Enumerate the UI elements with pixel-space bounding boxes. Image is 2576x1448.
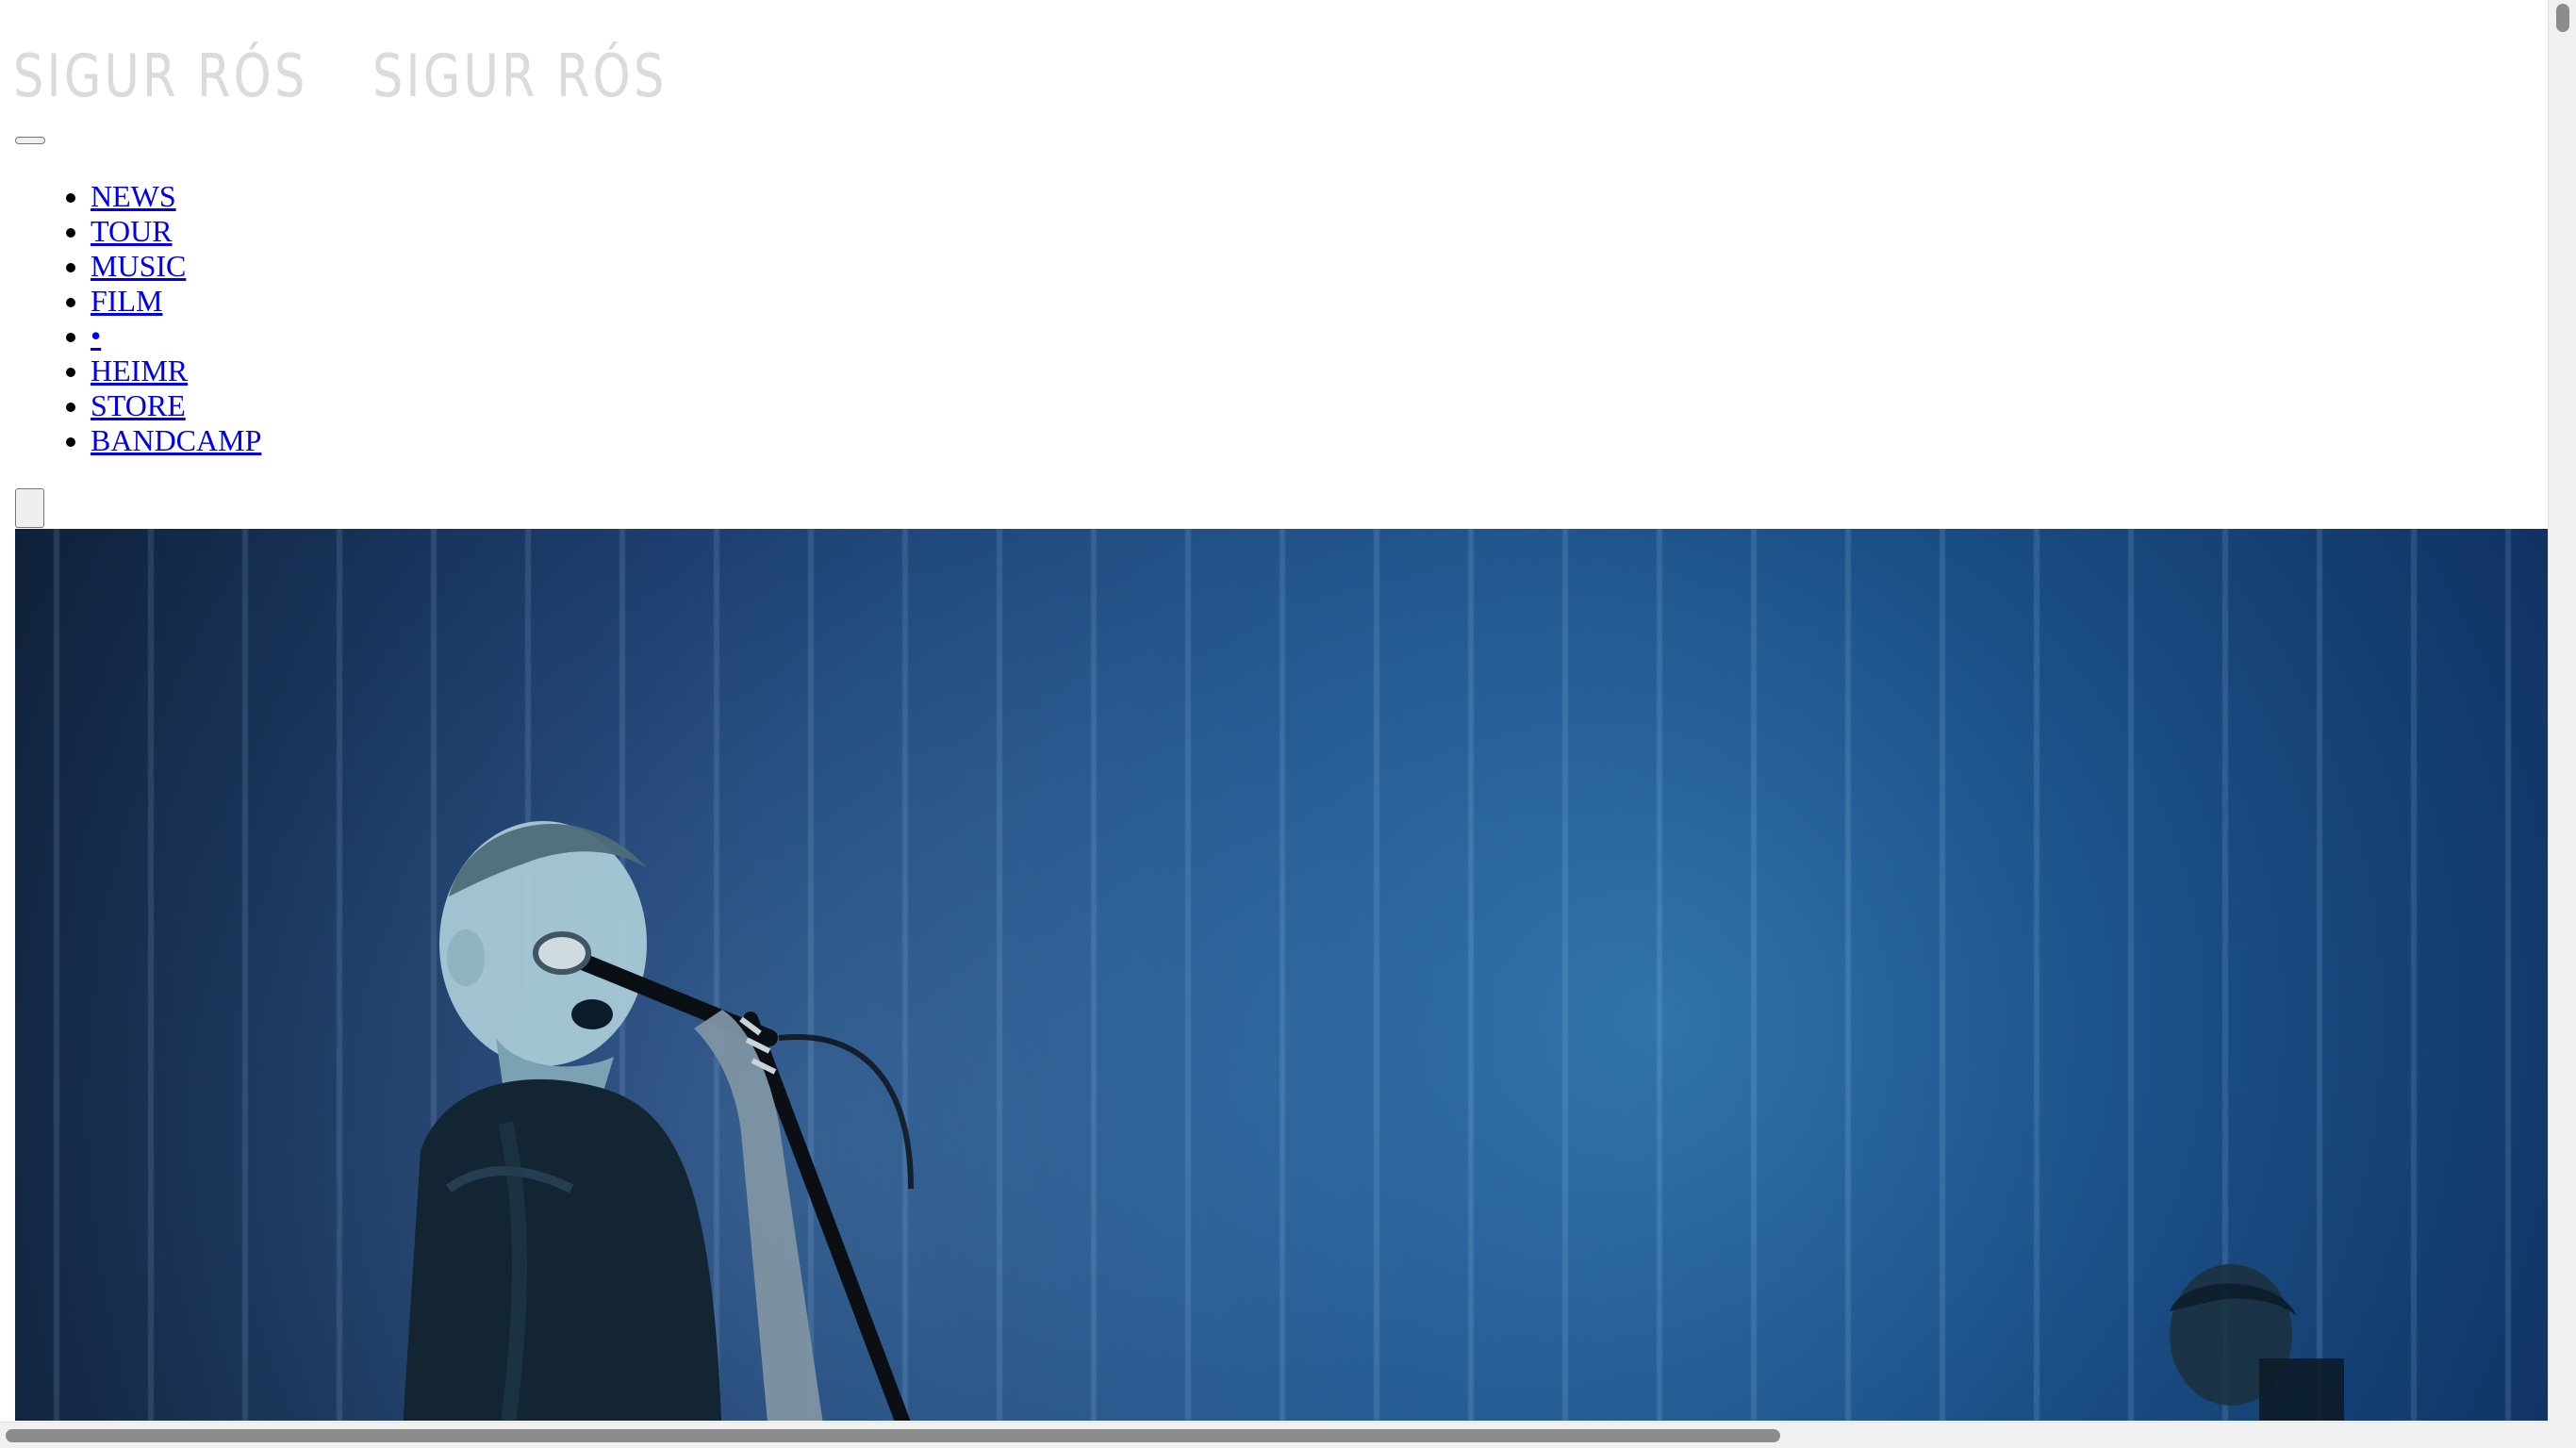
scrollbar-corner bbox=[2548, 1422, 2576, 1448]
nav-item-bullet: • bbox=[91, 319, 261, 354]
small-action-button[interactable] bbox=[15, 488, 44, 528]
nav-link-news[interactable]: NEWS bbox=[91, 179, 176, 213]
horizontal-scrollbar-thumb[interactable] bbox=[6, 1429, 1780, 1442]
vertical-scrollbar[interactable] bbox=[2548, 0, 2576, 1448]
nav-item-store: STORE bbox=[91, 388, 261, 423]
nav-link-music[interactable]: MUSIC bbox=[91, 249, 186, 283]
nav-link-film[interactable]: FILM bbox=[91, 284, 162, 318]
nav-link-bullet[interactable]: • bbox=[91, 319, 101, 353]
menu-toggle-button[interactable] bbox=[15, 137, 45, 144]
performer-illustration bbox=[403, 821, 914, 1421]
nav-item-film: FILM bbox=[91, 284, 261, 319]
nav-item-heimr: HEIMR bbox=[91, 354, 261, 388]
hero-image bbox=[15, 529, 2548, 1421]
main-navigation: NEWS TOUR MUSIC FILM • HEIMR STORE BANDC… bbox=[0, 179, 261, 458]
vertical-scrollbar-thumb[interactable] bbox=[2556, 4, 2569, 32]
nav-link-heimr[interactable]: HEIMR bbox=[91, 354, 188, 387]
nav-item-bandcamp: BANDCAMP bbox=[91, 423, 261, 458]
second-performer-illustration bbox=[2170, 1264, 2344, 1421]
nav-link-bandcamp[interactable]: BANDCAMP bbox=[91, 423, 261, 457]
logo-text-1: SIGUR RÓS bbox=[13, 41, 308, 110]
site-logo[interactable]: SIGUR RÓS SIGUR RÓS bbox=[13, 47, 732, 106]
page: SIGUR RÓS SIGUR RÓS NEWS TOUR MUSIC FILM… bbox=[0, 0, 2576, 1448]
nav-item-news: NEWS bbox=[91, 179, 261, 214]
nav-link-tour[interactable]: TOUR bbox=[91, 214, 173, 248]
nav-item-music: MUSIC bbox=[91, 249, 261, 284]
nav-list: NEWS TOUR MUSIC FILM • HEIMR STORE BANDC… bbox=[0, 179, 261, 458]
horizontal-scrollbar[interactable] bbox=[0, 1422, 2548, 1448]
nav-item-tour: TOUR bbox=[91, 214, 261, 249]
logo-text-2: SIGUR RÓS bbox=[372, 41, 668, 110]
nav-link-store[interactable]: STORE bbox=[91, 388, 186, 422]
